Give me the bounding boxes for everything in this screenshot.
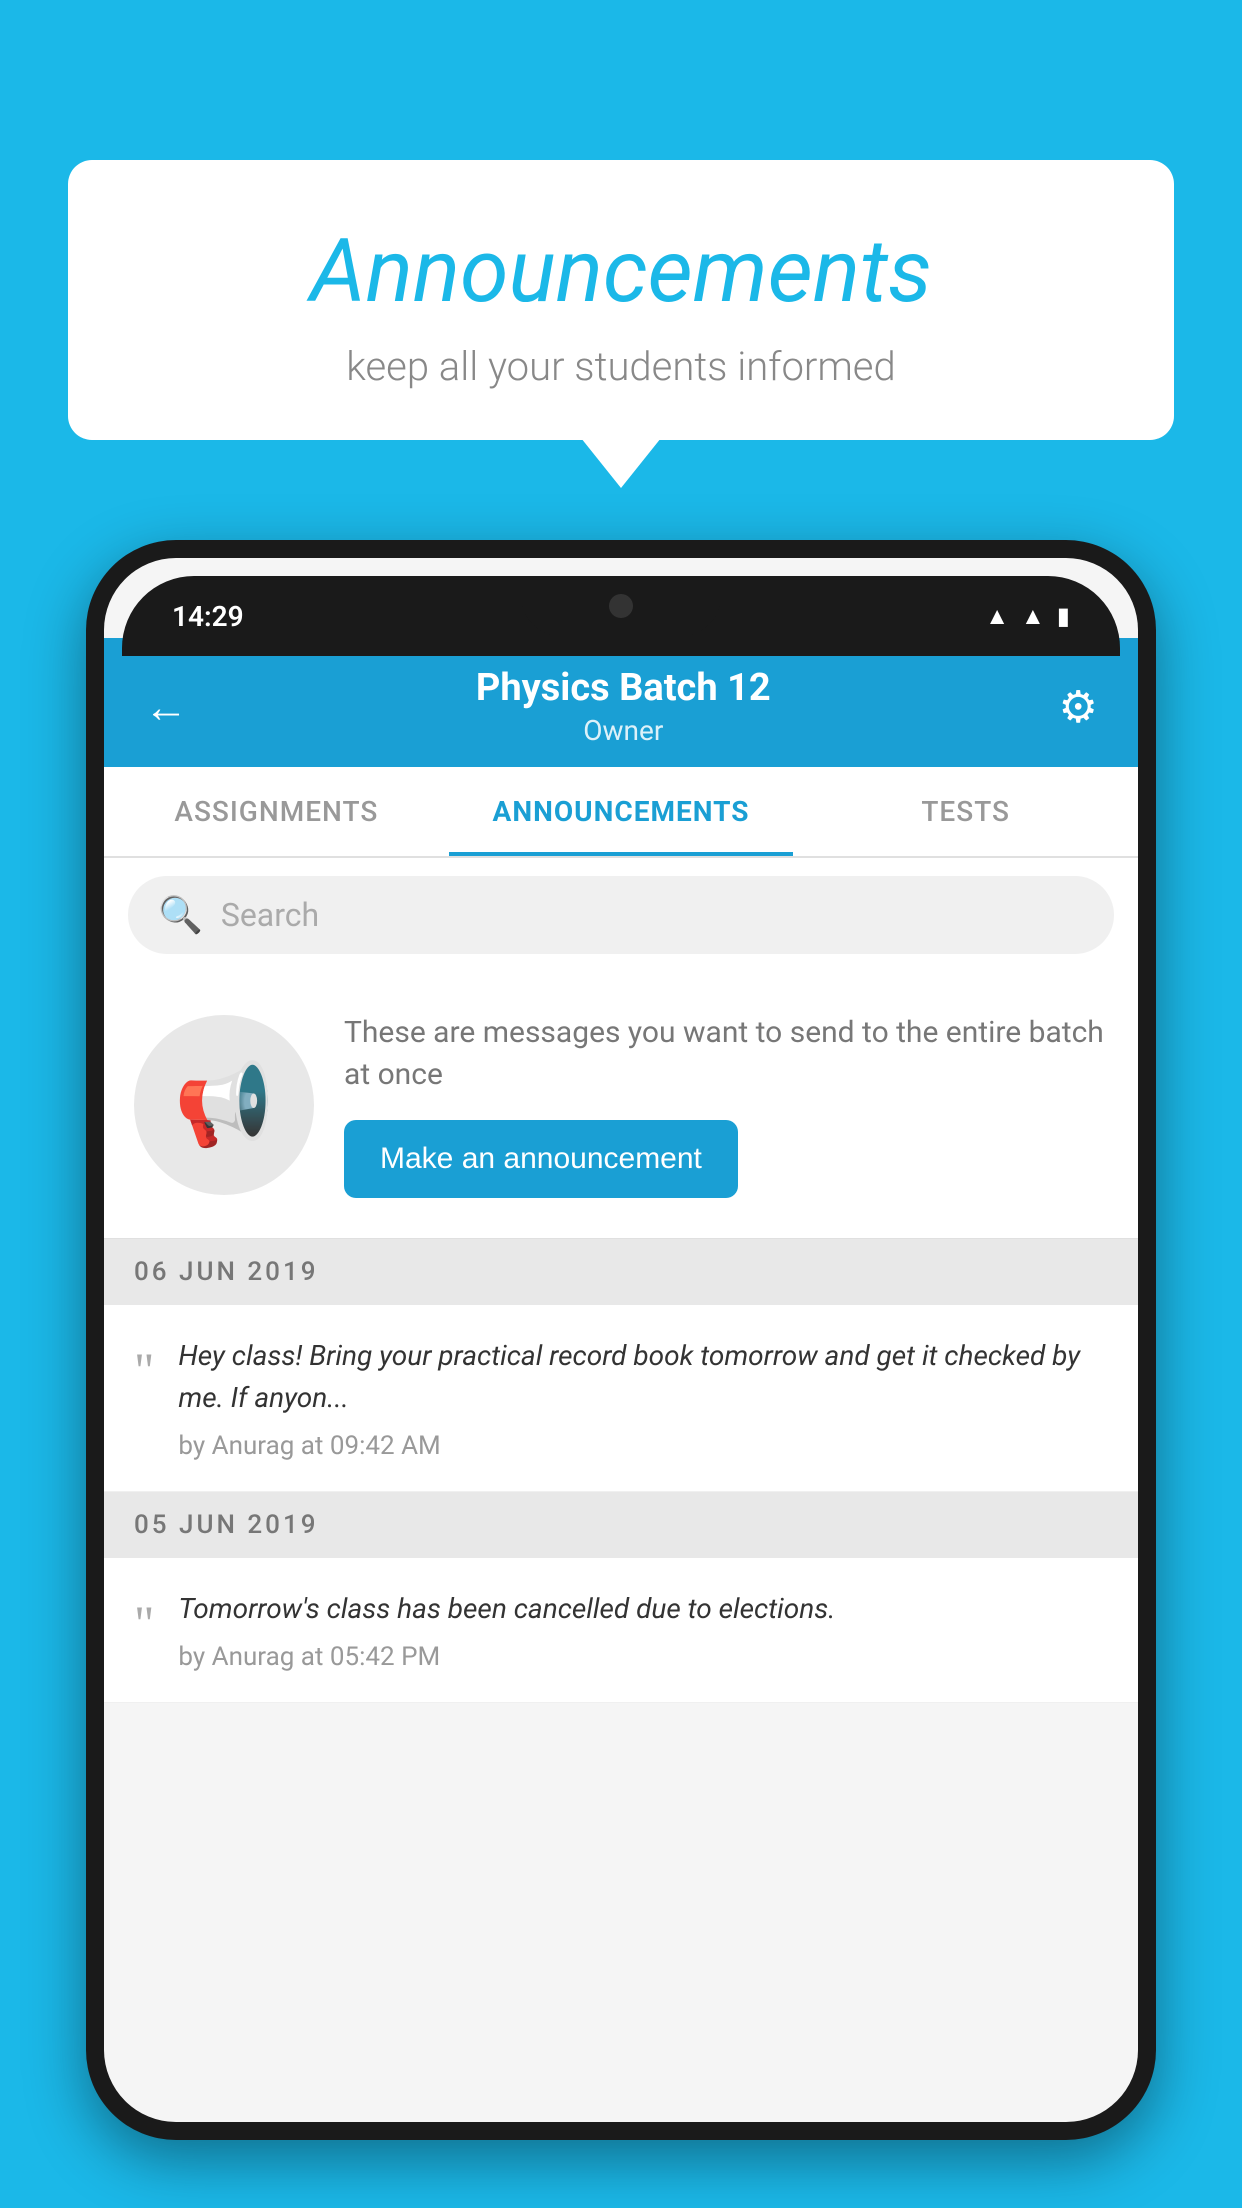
search-placeholder: Search [221,896,319,934]
announcement-item-1: " Hey class! Bring your practical record… [104,1305,1138,1492]
search-bar[interactable]: 🔍 Search [128,876,1114,954]
speech-bubble-card: Announcements keep all your students inf… [68,160,1174,440]
status-bar: 14:29 ▲ ▲ ▮ [122,576,1120,656]
announcement-meta-1: by Anurag at 09:42 AM [178,1431,1108,1461]
signal-icon: ▲ [1021,602,1045,631]
quote-icon-1: " [134,1345,154,1395]
phone-notch [521,576,721,636]
megaphone-icon: 📢 [174,1058,274,1152]
announcement-text-1: Hey class! Bring your practical record b… [178,1335,1108,1461]
search-container: 🔍 Search [104,858,1138,972]
camera [609,594,633,618]
wifi-icon: ▲ [985,602,1009,631]
announcement-message-2: Tomorrow's class has been cancelled due … [178,1588,1108,1630]
announcement-message-1: Hey class! Bring your practical record b… [178,1335,1108,1419]
header-title-block: Physics Batch 12 Owner [476,666,771,747]
phone-body: 14:29 ▲ ▲ ▮ ← Physics Batch 12 Owner [86,540,1156,2140]
promo-text-block: These are messages you want to send to t… [344,1012,1108,1198]
phone-mockup: 14:29 ▲ ▲ ▮ ← Physics Batch 12 Owner [86,540,1156,2208]
tab-tests[interactable]: TESTS [793,767,1138,856]
back-button[interactable]: ← [144,681,188,733]
quote-icon-2: " [134,1598,154,1648]
promo-block: 📢 These are messages you want to send to… [104,972,1138,1239]
tab-assignments[interactable]: ASSIGNMENTS [104,767,449,856]
make-announcement-button[interactable]: Make an announcement [344,1120,738,1198]
promo-description: These are messages you want to send to t… [344,1012,1108,1096]
phone-screen: 14:29 ▲ ▲ ▮ ← Physics Batch 12 Owner [104,558,1138,2122]
announcement-text-2: Tomorrow's class has been cancelled due … [178,1588,1108,1672]
screen-content: ← Physics Batch 12 Owner ⚙ ASSIGNMENTS A… [104,638,1138,2122]
search-icon: 🔍 [158,894,203,936]
battery-icon: ▮ [1057,602,1070,630]
status-time: 14:29 [172,600,244,633]
batch-title: Physics Batch 12 [476,666,771,710]
bubble-title: Announcements [128,220,1114,323]
date-separator-2: 05 JUN 2019 [104,1492,1138,1558]
promo-icon-circle: 📢 [134,1015,314,1195]
tab-announcements[interactable]: ANNOUNCEMENTS [449,767,794,856]
app-header: ← Physics Batch 12 Owner ⚙ [104,638,1138,767]
date-separator-1: 06 JUN 2019 [104,1239,1138,1305]
settings-icon[interactable]: ⚙ [1059,681,1098,733]
announcement-meta-2: by Anurag at 05:42 PM [178,1642,1108,1672]
status-icons: ▲ ▲ ▮ [985,602,1070,631]
announcement-item-2: " Tomorrow's class has been cancelled du… [104,1558,1138,1703]
tabs-bar: ASSIGNMENTS ANNOUNCEMENTS TESTS [104,767,1138,858]
bubble-subtitle: keep all your students informed [128,343,1114,390]
role-label: Owner [476,714,771,747]
speech-bubble-section: Announcements keep all your students inf… [68,160,1174,440]
